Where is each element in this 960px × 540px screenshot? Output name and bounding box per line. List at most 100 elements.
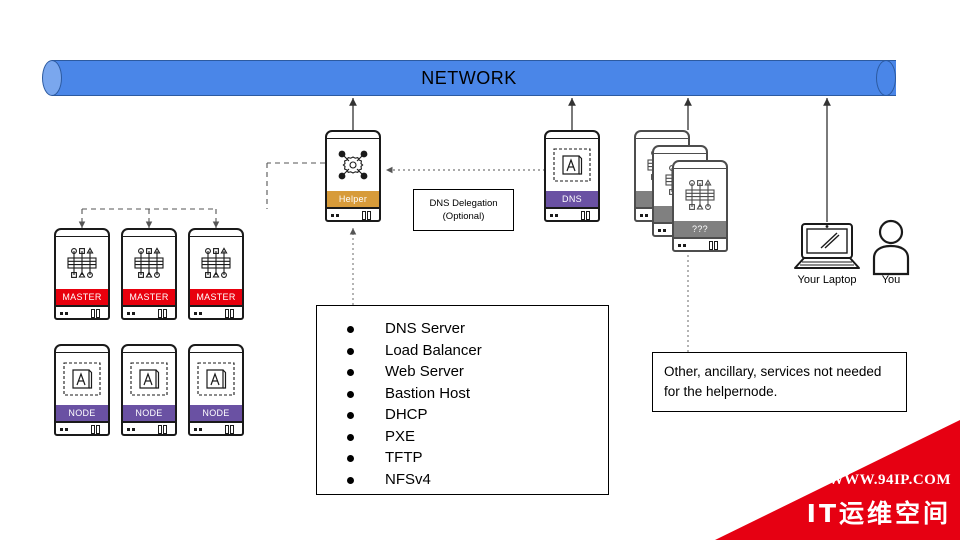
server-base <box>54 421 110 436</box>
network-label: NETWORK <box>421 68 517 88</box>
status-leds <box>550 214 560 217</box>
server-band-node: NODE <box>54 405 110 421</box>
person-group[interactable] <box>868 218 914 281</box>
server-dns[interactable]: DNS <box>544 130 600 222</box>
server-base <box>325 207 381 222</box>
server-band-master: MASTER <box>121 289 177 305</box>
drive-bays <box>157 309 171 318</box>
server-lid <box>188 344 244 353</box>
server-lid <box>121 228 177 237</box>
server-band-helper: Helper <box>325 191 381 207</box>
document-page-icon <box>130 362 168 396</box>
status-leds <box>194 312 204 315</box>
ancillary-services-box: Other, ancillary, services not needed fo… <box>652 352 907 412</box>
server-icon-pane <box>54 353 110 405</box>
dns-delegation-box: DNS Delegation (Optional) <box>413 189 514 231</box>
network-backbone: NETWORK <box>42 60 896 96</box>
server-master-2[interactable]: MASTER <box>121 228 177 320</box>
server-icon-pane <box>188 237 244 289</box>
helper-services-box: DNS Server Load Balancer Web Server Bastion… <box>316 305 609 495</box>
server-lid <box>121 344 177 353</box>
drive-bays <box>90 425 104 434</box>
circuit-bus-icon <box>685 179 715 210</box>
server-band-dns: DNS <box>544 191 600 207</box>
dns-delegation-line2: (Optional) <box>442 211 485 222</box>
status-leds <box>194 428 204 431</box>
service-item: DNS Server <box>347 318 608 340</box>
watermark: WWW.94IP.COM IT运维空间 <box>715 420 960 540</box>
person-caption: You <box>881 274 901 286</box>
circuit-bus-icon <box>201 247 231 278</box>
service-item: Web Server <box>347 361 608 383</box>
document-page-icon <box>197 362 235 396</box>
server-lid <box>54 228 110 237</box>
status-leds <box>127 312 137 315</box>
server-band-master: MASTER <box>188 289 244 305</box>
drive-bays <box>361 211 375 220</box>
server-lid <box>672 160 728 169</box>
status-leds <box>331 214 341 217</box>
server-lid <box>652 145 708 154</box>
server-node-1[interactable]: NODE <box>54 344 110 436</box>
watermark-brand: IT运维空间 <box>806 499 951 528</box>
service-item: Bastion Host <box>347 383 608 405</box>
dns-delegation-line1: DNS Delegation <box>429 198 498 209</box>
gear-network-icon <box>338 150 368 180</box>
server-base <box>121 305 177 320</box>
server-base <box>544 207 600 222</box>
server-base <box>672 237 728 252</box>
server-base <box>188 421 244 436</box>
document-page-icon <box>553 148 591 182</box>
server-base <box>188 305 244 320</box>
server-icon-pane <box>121 353 177 405</box>
server-lid <box>188 228 244 237</box>
server-band-node: NODE <box>121 405 177 421</box>
server-lid <box>325 130 381 139</box>
circuit-bus-icon <box>134 247 164 278</box>
server-band-node: NODE <box>188 405 244 421</box>
status-leds <box>60 428 70 431</box>
server-master-1[interactable]: MASTER <box>54 228 110 320</box>
drive-bays <box>157 425 171 434</box>
server-icon-pane <box>325 139 381 191</box>
drive-bays <box>224 309 238 318</box>
laptop-icon <box>794 223 860 269</box>
drive-bays <box>708 241 722 250</box>
drive-bays <box>580 211 594 220</box>
server-lid <box>544 130 600 139</box>
server-icon-pane <box>188 353 244 405</box>
diagram-canvas: NETWORK Helper DNS ??? MASTER MASTER MAS… <box>0 0 960 540</box>
status-leds <box>640 214 650 217</box>
server-node-2[interactable]: NODE <box>121 344 177 436</box>
circuit-bus-icon <box>67 247 97 278</box>
service-item: TFTP <box>347 447 608 469</box>
server-base <box>54 305 110 320</box>
server-icon-pane <box>121 237 177 289</box>
server-band-unknown: ??? <box>672 221 728 237</box>
service-item: NFSv4 <box>347 469 608 491</box>
server-helper[interactable]: Helper <box>325 130 381 222</box>
server-node-3[interactable]: NODE <box>188 344 244 436</box>
drive-bays <box>224 425 238 434</box>
laptop-group[interactable] <box>791 220 863 279</box>
server-icon-pane <box>672 169 728 221</box>
server-lid <box>634 130 690 139</box>
server-unknown-front[interactable]: ??? <box>672 160 728 252</box>
server-band-master: MASTER <box>54 289 110 305</box>
server-base <box>121 421 177 436</box>
status-leds <box>60 312 70 315</box>
drive-bays <box>90 309 104 318</box>
watermark-url: WWW.94IP.COM <box>828 472 951 488</box>
server-icon-pane <box>544 139 600 191</box>
service-item: PXE <box>347 426 608 448</box>
server-master-3[interactable]: MASTER <box>188 228 244 320</box>
status-leds <box>127 428 137 431</box>
status-leds <box>658 229 668 232</box>
server-lid <box>54 344 110 353</box>
service-item: Load Balancer <box>347 340 608 362</box>
document-page-icon <box>63 362 101 396</box>
service-item: DHCP <box>347 404 608 426</box>
status-leds <box>678 244 688 247</box>
helper-services-list: DNS Server Load Balancer Web Server Bastion… <box>317 318 608 490</box>
person-icon <box>872 219 910 276</box>
